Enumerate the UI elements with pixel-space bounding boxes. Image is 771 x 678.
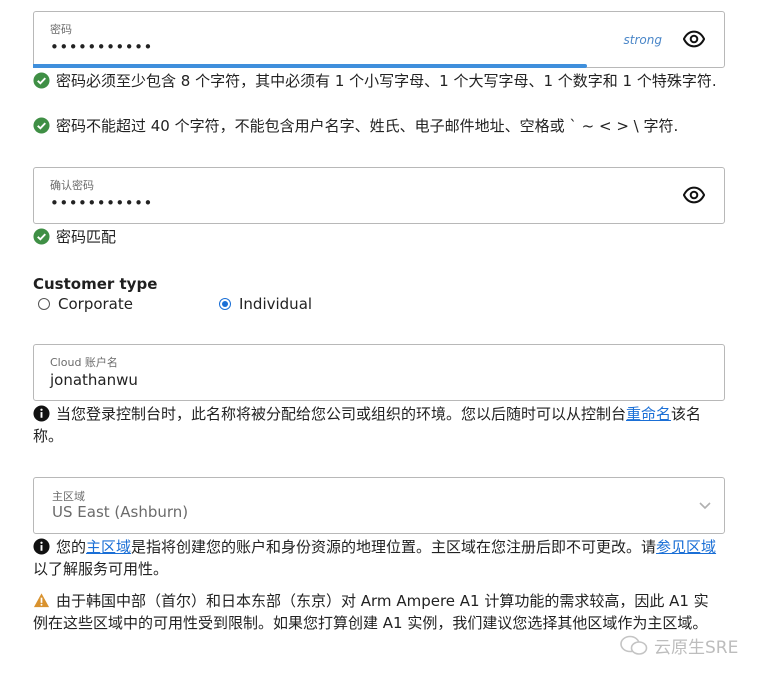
confirm-password-label: 确认密码 [50,179,94,192]
radio-individual[interactable]: Individual [219,295,312,313]
password-strength-text: strong [623,33,662,47]
region-warning: 由于韩国中部（首尔）和日本东部（东京）对 Arm Ampere A1 计算功能的… [33,590,723,634]
password-match-text: 密码匹配 [56,228,117,246]
home-region-info-text-3: 以了解服务可用性。 [33,560,169,578]
radio-corporate[interactable]: Corporate [38,295,133,313]
info-icon [33,538,50,555]
password-rule-text: 密码必须至少包含 8 个字符，其中必须有 1 个小写字母、1 个大写字母、1 个… [56,72,717,90]
radio-individual-label: Individual [239,295,313,313]
radio-corporate-label: Corporate [58,295,133,313]
password-match-message: 密码匹配 [33,226,723,248]
check-circle-icon [33,72,50,89]
home-region-select[interactable]: 主区域 US East (Ashburn) [33,477,725,534]
confirm-password-field[interactable]: 确认密码 ••••••••••• [33,167,725,224]
home-region-info: 您的主区域是指将创建您的账户和身份资源的地理位置。主区域在您注册后即不可更改。请… [33,536,723,580]
show-confirm-password-eye-icon[interactable] [683,184,705,206]
home-region-link[interactable]: 主区域 [86,538,131,556]
warning-triangle-icon [33,593,50,608]
home-region-value: US East (Ashburn) [52,503,189,521]
password-label: 密码 [50,23,72,36]
password-input[interactable]: ••••••••••• [50,38,153,56]
cloud-account-info-text: 当您登录控制台时，此名称将被分配给您公司或组织的环境。您以后随时可以从控制台 [56,405,627,423]
cloud-account-input[interactable]: jonathanwu [50,371,138,389]
password-rule-text: 密码不能超过 40 个字符，不能包含用户名字、姓氏、电子邮件地址、空格或 ` ~… [56,117,679,135]
home-region-info-text-2: 是指将创建您的账户和身份资源的地理位置。主区域在您注册后即不可更改。请 [131,538,657,556]
see-regions-link[interactable]: 参见区域 [656,538,716,556]
cloud-account-info: 当您登录控制台时，此名称将被分配给您公司或组织的环境。您以后随时可以从控制台重命… [33,403,723,447]
cloud-account-label: Cloud 账户名 [50,356,118,369]
radio-individual-circle[interactable] [219,298,231,310]
home-region-info-text-1: 您的 [56,538,87,556]
customer-type-title: Customer type [33,275,158,293]
password-rule-length: 密码必须至少包含 8 个字符，其中必须有 1 个小写字母、1 个大写字母、1 个… [33,70,723,92]
cloud-account-field[interactable]: Cloud 账户名 jonathanwu [33,344,725,401]
check-circle-icon [33,117,50,134]
check-circle-icon [33,228,50,245]
watermark-text: 云原生SRE [654,638,739,658]
confirm-password-input[interactable]: ••••••••••• [50,194,153,212]
wechat-logo-icon [620,635,648,655]
info-icon [33,405,50,422]
show-password-eye-icon[interactable] [683,28,705,50]
watermark: 云原生SRE [620,633,738,658]
password-rule-max: 密码不能超过 40 个字符，不能包含用户名字、姓氏、电子邮件地址、空格或 ` ~… [33,115,723,137]
password-strength-bar [33,64,587,68]
password-field[interactable]: 密码 ••••••••••• strong [33,11,725,68]
chevron-down-icon [699,502,711,510]
region-warning-text: 由于韩国中部（首尔）和日本东部（东京）对 Arm Ampere A1 计算功能的… [33,592,709,632]
rename-link[interactable]: 重命名 [626,405,671,423]
radio-corporate-circle[interactable] [38,298,50,310]
home-region-label: 主区域 [52,490,85,503]
